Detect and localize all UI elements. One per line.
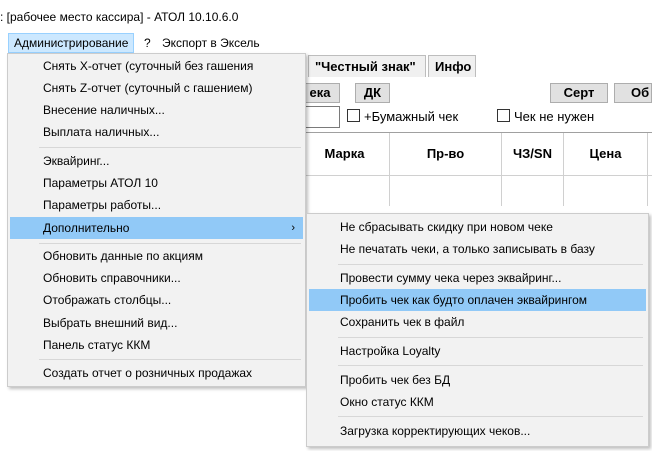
menu-separator [338,416,643,417]
menu-item-update-promotions[interactable]: Обновить данные по акциям [10,245,303,267]
menu-separator [39,243,301,244]
checkbox-box[interactable] [347,109,360,122]
menu-item-atol-params[interactable]: Параметры АТОЛ 10 [10,172,303,194]
menu-administration[interactable]: Администрирование [8,33,135,53]
tab-honest-sign[interactable]: "Честный знак" [308,55,426,77]
menu-item-retail-report[interactable]: Создать отчет о розничных продажах [10,362,303,384]
window-title: : [рабочее место кассира] - АТОЛ 10.10.6… [0,10,239,24]
administration-menu: Снять X-отчет (суточный без гашения Снят… [7,53,306,387]
cert-button[interactable]: Серт [550,83,608,103]
menu-item-additional[interactable]: Дополнительно › [10,217,303,239]
menu-item-work-params[interactable]: Параметры работы... [10,194,303,216]
menu-bar: Администрирование ? Экспорт в Эксель [0,33,652,53]
menu-item-update-directories[interactable]: Обновить справочники... [10,267,303,289]
receipt-button[interactable]: ека [300,83,340,103]
menu-item-cash-withdrawal[interactable]: Выплата наличных... [10,121,303,143]
submenu-item-loyalty[interactable]: Настройка Loyalty [309,340,646,362]
title-bar: : [рабочее место кассира] - АТОЛ 10.10.6… [0,0,652,33]
column-header-brand[interactable]: Марка [300,133,390,175]
menu-separator [338,264,643,265]
menu-item-additional-label: Дополнительно [43,221,130,235]
menu-item-appearance[interactable]: Выбрать внешний вид... [10,312,303,334]
input-field[interactable] [300,106,340,128]
menu-item-show-columns[interactable]: Отображать столбцы... [10,289,303,311]
dk-button[interactable]: ДК [355,83,390,103]
ob-button[interactable]: Об [614,83,652,103]
menu-separator [39,147,301,148]
table-cell [564,176,648,206]
no-receipt-label: Чек не нужен [514,109,595,124]
paper-receipt-checkbox[interactable]: +Бумажный чек [347,108,458,126]
no-receipt-checkbox[interactable]: Чек не нужен [497,108,594,126]
menu-separator [338,337,643,338]
submenu-item-save-to-file[interactable]: Сохранить чек в файл [309,311,646,333]
menu-separator [338,365,643,366]
submenu-item-load-correction[interactable]: Загрузка корректирующих чеков... [309,420,646,442]
items-grid: Марка Пр-во ЧЗ/SN Цена [300,132,652,223]
submenu-item-keep-discount[interactable]: Не сбрасывать скидку при новом чеке [309,216,646,238]
menu-separator [39,359,301,360]
additional-submenu: Не сбрасывать скидку при новом чеке Не п… [306,213,649,447]
submenu-item-kkm-status-window[interactable]: Окно статус ККМ [309,391,646,413]
table-cell [390,176,502,206]
menu-item-kkm-status-panel[interactable]: Панель статус ККМ [10,334,303,356]
menu-help[interactable]: ? [139,33,156,53]
table-cell [300,176,390,206]
submenu-item-no-print[interactable]: Не печатать чеки, а только записывать в … [309,238,646,260]
submenu-item-acquiring-sum[interactable]: Провести сумму чека через эквайринг... [309,267,646,289]
paper-receipt-label: +Бумажный чек [364,109,459,124]
menu-export-excel[interactable]: Экспорт в Эксель [157,33,265,53]
submenu-item-no-db[interactable]: Пробить чек без БД [309,369,646,391]
menu-item-x-report[interactable]: Снять X-отчет (суточный без гашения [10,55,303,77]
submenu-item-as-if-acquiring[interactable]: Пробить чек как будто оплачен эквайринго… [309,289,646,311]
table-cell [502,176,564,206]
table-row[interactable] [300,175,652,206]
chevron-right-icon: › [291,222,295,234]
column-header-price[interactable]: Цена [564,133,648,175]
tab-info[interactable]: Инфо [428,55,476,77]
column-header-manufacturer[interactable]: Пр-во [390,133,502,175]
menu-item-z-report[interactable]: Снять Z-отчет (суточный с гашением) [10,77,303,99]
menu-item-cash-deposit[interactable]: Внесение наличных... [10,99,303,121]
menu-item-acquiring[interactable]: Эквайринг... [10,150,303,172]
column-header-chz-sn[interactable]: ЧЗ/SN [502,133,564,175]
checkbox-box[interactable] [497,109,510,122]
